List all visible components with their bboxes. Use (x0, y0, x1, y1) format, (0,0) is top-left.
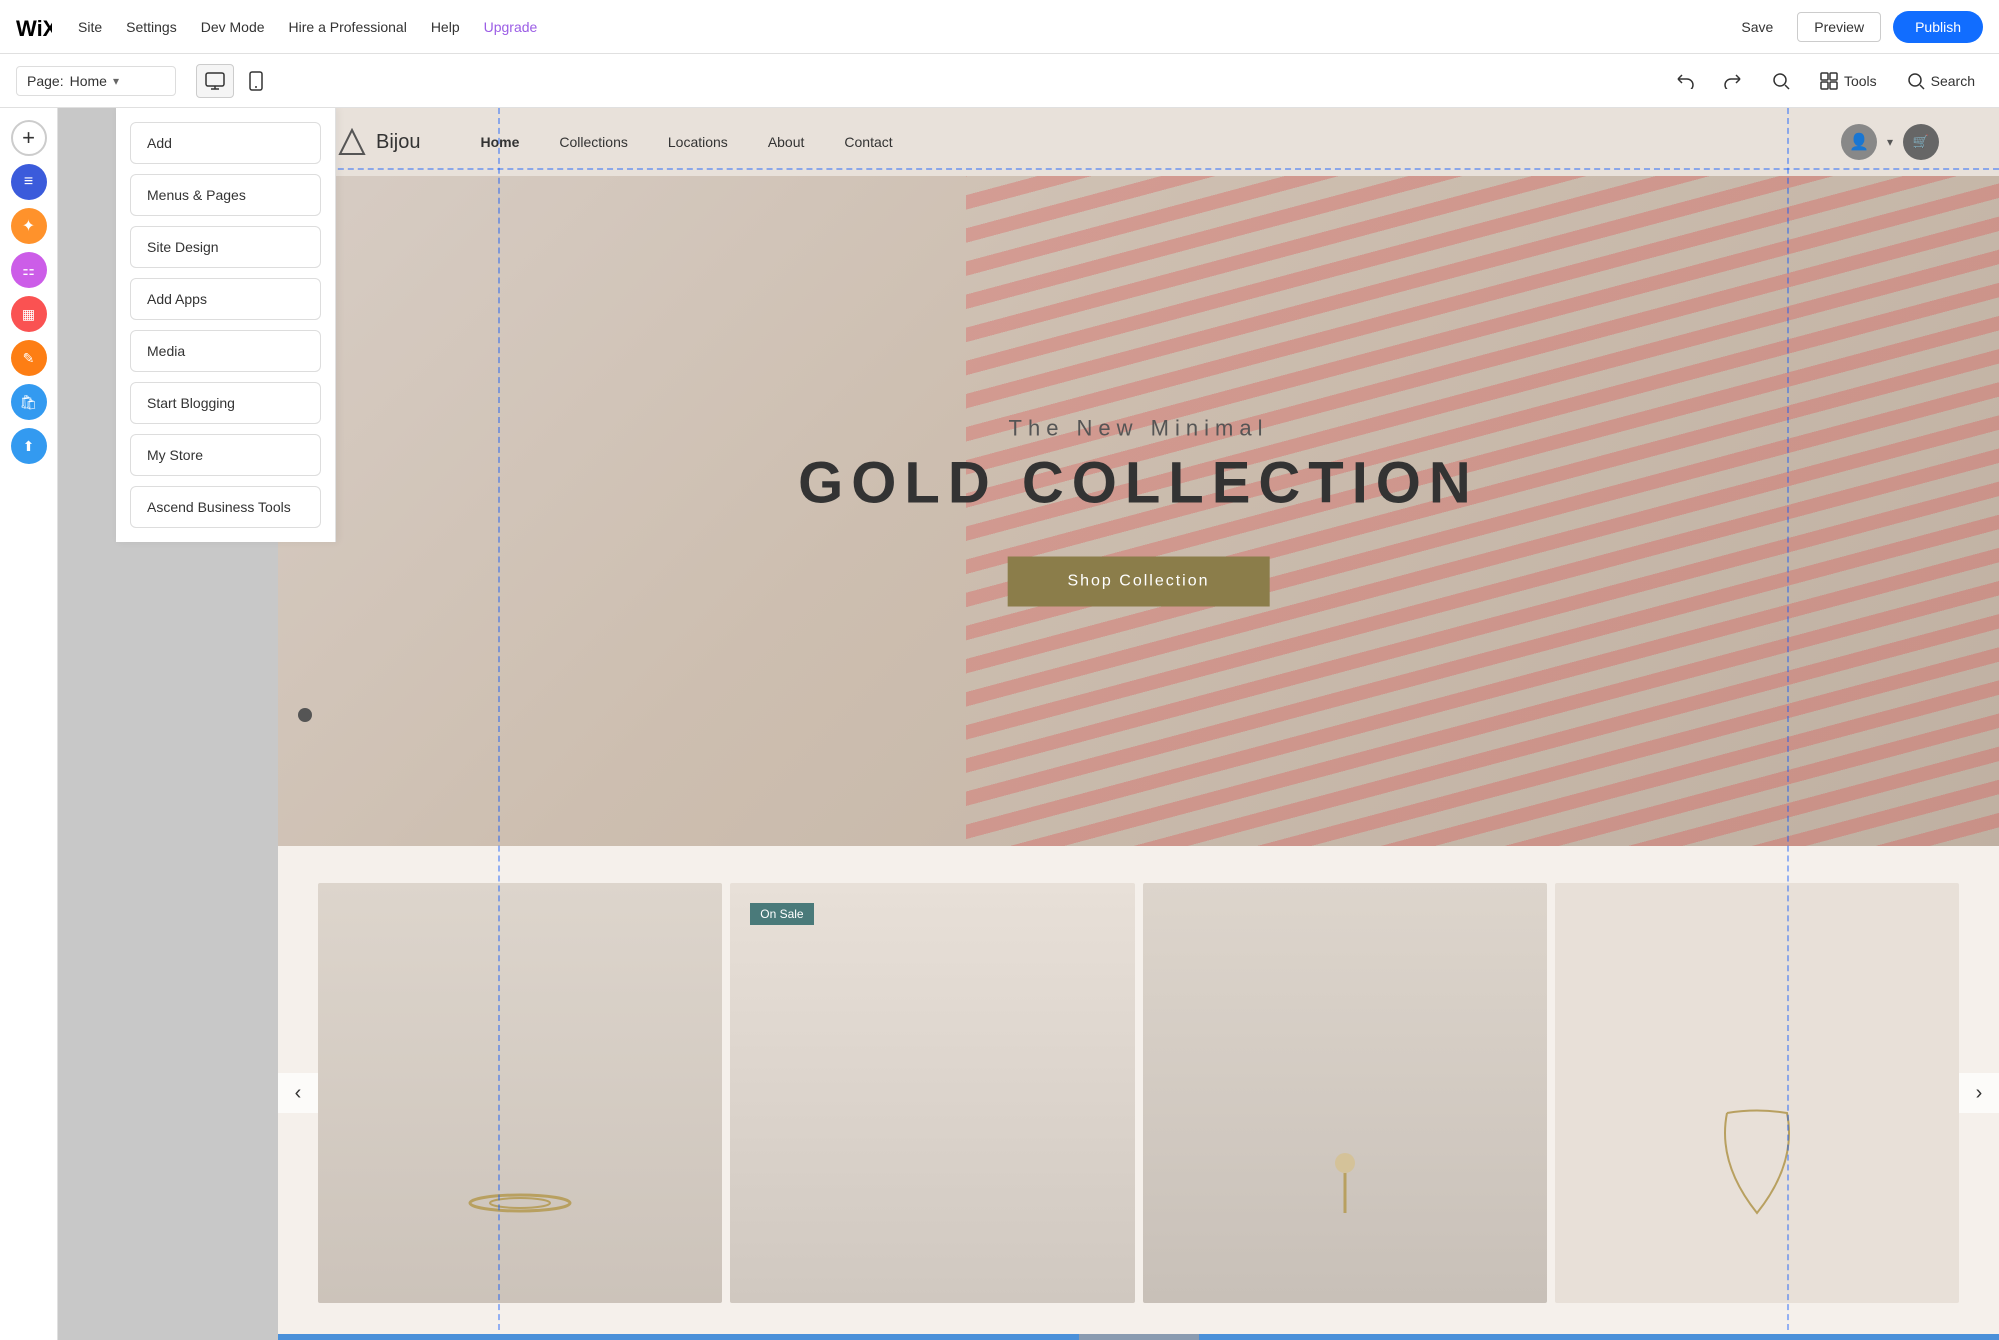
zoom-button[interactable] (1764, 68, 1798, 94)
publish-button[interactable]: Publish (1893, 11, 1983, 43)
products-area: ‹ On Sale (278, 846, 1999, 1340)
hero-content: The New Minimal GOLD COLLECTION Shop Col… (798, 416, 1479, 607)
top-nav: Site Settings Dev Mode Hire a Profession… (76, 15, 1709, 39)
hero-section: The New Minimal GOLD COLLECTION Shop Col… (278, 176, 1999, 846)
panel-start-blogging-button[interactable]: Start Blogging (130, 382, 321, 424)
panel-add-apps-button[interactable]: Add Apps (130, 278, 321, 320)
sidebar-site-design-button[interactable]: ✦ (9, 206, 49, 246)
site-user-icon: 👤 (1841, 124, 1877, 160)
panel-menus-pages-button[interactable]: Menus & Pages (130, 174, 321, 216)
desktop-view-button[interactable] (196, 64, 234, 98)
site-nav-locations[interactable]: Locations (668, 134, 728, 150)
sidebar-add-apps-button[interactable]: ⚏ (9, 250, 49, 290)
hero-title: GOLD COLLECTION (798, 450, 1479, 517)
mobile-view-button[interactable] (240, 64, 272, 98)
search-button[interactable]: Search (1899, 68, 1983, 94)
sidebar-ascend-button[interactable]: ⬆ (9, 426, 49, 466)
svg-text:WiX: WiX (16, 16, 52, 40)
product-card-4 (1555, 883, 1959, 1303)
view-icons (196, 64, 272, 98)
wix-logo: WiX (16, 14, 52, 40)
scroll-indicator (1079, 1334, 1199, 1340)
search-label: Search (1931, 73, 1975, 89)
nav-hire[interactable]: Hire a Professional (287, 15, 409, 39)
undo-button[interactable] (1668, 69, 1702, 93)
products-prev-arrow[interactable]: ‹ (278, 1073, 318, 1113)
top-right-actions: Save Preview Publish (1729, 11, 1983, 43)
sidebar-icons: + ≡ ✦ ⚏ ▦ ✎ 🛍 ⬆ (0, 108, 58, 1340)
sidebar-blogging-button[interactable]: ✎ (9, 338, 49, 378)
nav-help[interactable]: Help (429, 15, 462, 39)
tools-label: Tools (1844, 73, 1877, 89)
panel-add-button[interactable]: Add (130, 122, 321, 164)
panel-site-design-label: Site Design (147, 239, 219, 255)
canvas-dot (298, 708, 312, 722)
page-name: Home (70, 73, 107, 89)
sidebar-menus-pages-button[interactable]: ≡ (9, 162, 49, 202)
product-card-3 (1143, 883, 1547, 1303)
nav-settings[interactable]: Settings (124, 15, 179, 39)
hero-subtitle: The New Minimal (798, 416, 1479, 442)
right-tools: Tools Search (1668, 68, 1983, 94)
panel-media-button[interactable]: Media (130, 330, 321, 372)
site-nav-about[interactable]: About (768, 134, 805, 150)
site-preview: Bijou Home Collections Locations About C… (278, 108, 1999, 1340)
preview-button[interactable]: Preview (1797, 12, 1881, 42)
main-area: + ≡ ✦ ⚏ ▦ ✎ 🛍 ⬆ Add Menus (0, 108, 1999, 1340)
second-bar: Page: Home ▾ Tools Search (0, 54, 1999, 108)
panel-my-store-button[interactable]: My Store (130, 434, 321, 476)
top-bar: WiX Site Settings Dev Mode Hire a Profes… (0, 0, 1999, 54)
panel-start-blogging-label: Start Blogging (147, 395, 235, 411)
page-label: Page: (27, 73, 64, 89)
product-card-2: On Sale (730, 883, 1134, 1303)
site-nav-contact[interactable]: Contact (844, 134, 892, 150)
sidebar-media-button[interactable]: ▦ (9, 294, 49, 334)
sidebar-add-button[interactable]: + (9, 118, 49, 158)
site-navbar: Bijou Home Collections Locations About C… (278, 108, 1999, 176)
product-card-1 (318, 883, 722, 1303)
products-next-arrow[interactable]: › (1959, 1073, 1999, 1113)
panel-media-label: Media (147, 343, 185, 359)
site-nav-links: Home Collections Locations About Contact (480, 134, 1840, 150)
site-nav-collections[interactable]: Collections (559, 134, 627, 150)
canvas: Add Menus & Pages Site Design Add Apps M… (58, 108, 1999, 1340)
sidebar-my-store-button[interactable]: 🛍 (9, 382, 49, 422)
panel-menus-pages-label: Menus & Pages (147, 187, 246, 203)
nav-dev-mode[interactable]: Dev Mode (199, 15, 267, 39)
site-logo-text: Bijou (376, 131, 420, 154)
page-selector[interactable]: Page: Home ▾ (16, 66, 176, 96)
site-cart-icon: 🛒 (1903, 124, 1939, 160)
hero-cta-button[interactable]: Shop Collection (1007, 557, 1269, 607)
panel-add-label: Add (147, 135, 172, 151)
nav-site[interactable]: Site (76, 15, 104, 39)
site-logo: Bijou (338, 128, 420, 156)
nav-upgrade[interactable]: Upgrade (482, 15, 540, 39)
site-nav-right: 👤 ▾ 🛒 (1841, 124, 1939, 160)
floating-panel: Add Menus & Pages Site Design Add Apps M… (116, 108, 336, 542)
on-sale-badge: On Sale (750, 903, 813, 925)
panel-site-design-button[interactable]: Site Design (130, 226, 321, 268)
tools-button[interactable]: Tools (1812, 68, 1885, 94)
panel-ascend-label: Ascend Business Tools (147, 499, 291, 515)
panel-my-store-label: My Store (147, 447, 203, 463)
save-button[interactable]: Save (1729, 13, 1785, 41)
chevron-down-icon: ▾ (113, 74, 119, 88)
site-user-chevron-icon: ▾ (1887, 135, 1893, 149)
redo-button[interactable] (1716, 69, 1750, 93)
panel-add-apps-label: Add Apps (147, 291, 207, 307)
panel-ascend-button[interactable]: Ascend Business Tools (130, 486, 321, 528)
site-nav-home[interactable]: Home (480, 134, 519, 150)
